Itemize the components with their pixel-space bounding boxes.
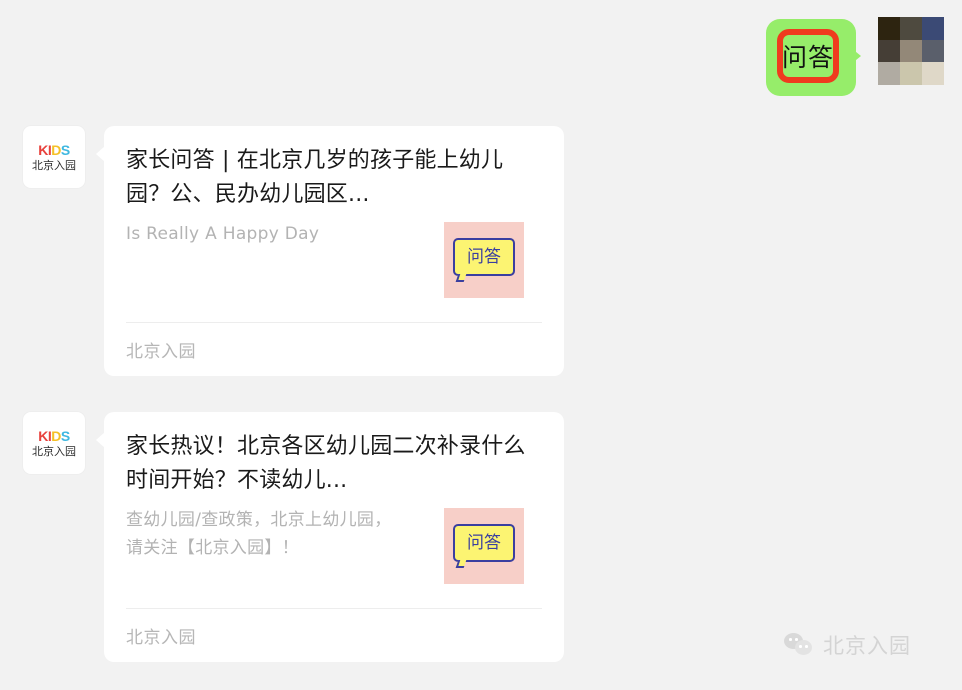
- watermark: 北京入园: [784, 630, 911, 660]
- card-footer-source: 北京入园: [126, 628, 196, 648]
- qa-sticker[interactable]: 问答: [766, 19, 861, 96]
- wechat-bubble-small: [795, 640, 812, 655]
- thumbnail-label: 问答: [467, 532, 501, 553]
- mosaic-cell: [922, 17, 944, 40]
- avatar[interactable]: KIDS 北京入园: [23, 126, 85, 188]
- brand-letter: D: [51, 142, 61, 158]
- avatar-account-name: 北京入园: [32, 159, 76, 172]
- card-divider: [126, 322, 542, 323]
- card-divider: [126, 608, 542, 609]
- avatar-brand-kids: KIDS: [38, 428, 70, 444]
- speech-bubble-tail-icon: [455, 560, 467, 568]
- mosaic-cell: [878, 39, 900, 63]
- avatar-brand-kids: KIDS: [38, 142, 70, 158]
- wechat-eye: [789, 638, 792, 641]
- brand-letter: K: [38, 142, 48, 158]
- article-thumbnail[interactable]: 问答: [444, 508, 524, 584]
- mosaic-cell: [922, 39, 944, 63]
- article-card-body: 家长问答 | 在北京几岁的孩子能上幼儿园？公、民办幼儿园区... Is Real…: [104, 126, 564, 302]
- wechat-icon: [784, 633, 814, 657]
- mosaic-cell: [900, 62, 922, 85]
- mosaic-cell: [900, 39, 922, 63]
- article-thumbnail[interactable]: 问答: [444, 222, 524, 298]
- wechat-eye: [795, 638, 798, 641]
- wechat-eye: [805, 645, 808, 648]
- speech-bubble-icon: 问答: [453, 238, 515, 276]
- sticker-bubble-tail-icon: [850, 47, 861, 65]
- article-middle: 查幼儿园/查政策，北京上幼儿园，请关注【北京入园】！ 问答: [126, 506, 542, 588]
- avatar[interactable]: KIDS 北京入园: [23, 412, 85, 474]
- avatar-account-name: 北京入园: [32, 445, 76, 458]
- brand-letter: S: [60, 142, 70, 158]
- mosaic-cell: [878, 17, 900, 40]
- thumbnail-label: 问答: [467, 246, 501, 267]
- mosaic-cell: [878, 62, 900, 85]
- pixelated-image[interactable]: [878, 17, 944, 85]
- wechat-eye: [799, 645, 802, 648]
- article-card-body: 家长热议！北京各区幼儿园二次补录什么时间开始？不读幼儿... 查幼儿园/查政策，…: [104, 412, 564, 588]
- brand-letter: D: [51, 428, 61, 444]
- speech-bubble-icon: 问答: [453, 524, 515, 562]
- top-media-row: 问答: [0, 0, 962, 110]
- article-middle: Is Really A Happy Day 问答: [126, 220, 542, 302]
- article-title: 家长问答 | 在北京几岁的孩子能上幼儿园？公、民办幼儿园区...: [126, 148, 504, 207]
- speech-bubble-tail-icon: [455, 274, 467, 282]
- article-card[interactable]: 家长热议！北京各区幼儿园二次补录什么时间开始？不读幼儿... 查幼儿园/查政策，…: [104, 412, 564, 662]
- article-title: 家长热议！北京各区幼儿园二次补录什么时间开始？不读幼儿...: [126, 434, 526, 493]
- mosaic-cell: [922, 62, 944, 85]
- article-card[interactable]: 家长问答 | 在北京几岁的孩子能上幼儿园？公、民办幼儿园区... Is Real…: [104, 126, 564, 376]
- watermark-account-name: 北京入园: [823, 634, 911, 658]
- card-footer-source: 北京入园: [126, 342, 196, 362]
- article-description: 查幼儿园/查政策，北京上幼儿园，请关注【北京入园】！: [126, 510, 392, 558]
- article-description: Is Really A Happy Day: [126, 224, 320, 244]
- mosaic-cell: [900, 17, 922, 40]
- brand-letter: S: [60, 428, 70, 444]
- sticker-label: 问答: [781, 43, 834, 72]
- brand-letter: K: [38, 428, 48, 444]
